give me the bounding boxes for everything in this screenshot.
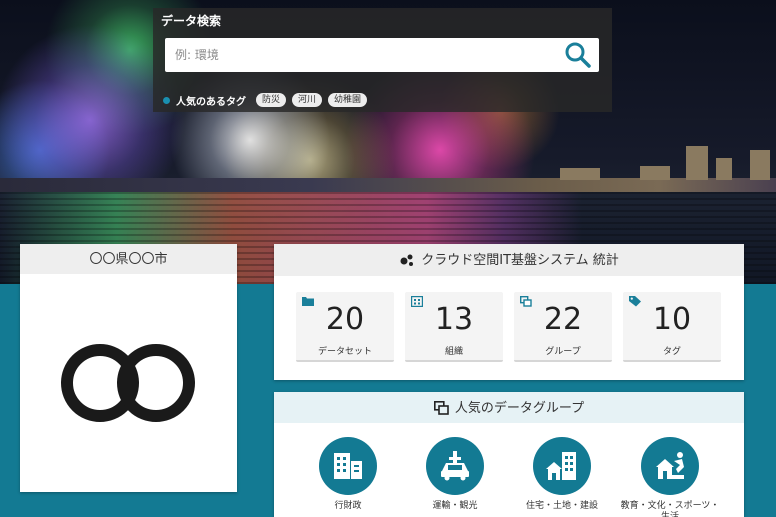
stat-organizations[interactable]: 13 組織 (405, 292, 503, 362)
popular-tags-label: 人気のあるタグ (176, 96, 246, 108)
search-panel: データ検索 人気のあるタグ 防災 河川 幼稚園 (153, 8, 612, 112)
stat-value: 13 (434, 302, 474, 337)
transport-icon (441, 451, 469, 481)
search-icon (565, 42, 591, 68)
tag-bullet-icon (163, 96, 170, 104)
group-circle (426, 437, 484, 495)
stats-card: クラウド空間IT基盤システム 統計 20 データセット 13 組織 22 グルー… (274, 244, 744, 380)
office-building-icon (334, 453, 362, 479)
skyline-building (686, 146, 708, 180)
stat-label: 組織 (444, 347, 463, 357)
group-item-administration[interactable]: 行財政 (298, 437, 398, 512)
stat-label: タグ (662, 347, 681, 357)
skyline-building (640, 166, 670, 180)
popular-groups-title: 人気のデータグループ (454, 401, 585, 416)
municipality-name: 〇〇県〇〇市 (20, 244, 237, 274)
popular-groups-header: 人気のデータグループ (274, 392, 744, 423)
search-button[interactable] (561, 40, 595, 70)
cloud-network-icon (400, 254, 414, 266)
tag-chip[interactable]: 河川 (292, 93, 323, 107)
stat-tags[interactable]: 10 タグ (623, 292, 721, 362)
popular-tags: 人気のあるタグ 防災 河川 幼稚園 (163, 92, 368, 108)
group-circle (533, 437, 591, 495)
search-title: データ検索 (161, 14, 222, 28)
popular-groups-card: 人気のデータグループ 行財政 運輸・観光 住宅・土地・建設 教育・文化・スポーツ… (274, 392, 744, 517)
municipality-card[interactable]: 〇〇県〇〇市 (20, 244, 237, 492)
education-icon (656, 452, 684, 479)
municipality-logo-icon (61, 344, 195, 422)
group-label: 運輸・観光 (432, 501, 478, 511)
group-item-education[interactable]: 教育・文化・スポーツ・生活 (620, 437, 720, 517)
group-label: 住宅・土地・建設 (525, 501, 598, 511)
group-item-transport[interactable]: 運輸・観光 (405, 437, 505, 512)
group-label: 行財政 (334, 501, 362, 511)
housing-icon (546, 452, 576, 480)
stat-datasets[interactable]: 20 データセット (296, 292, 394, 362)
tag-chip[interactable]: 防災 (256, 93, 287, 107)
stat-value: 20 (325, 302, 365, 337)
tag-chip[interactable]: 幼稚園 (328, 93, 368, 107)
stat-groups[interactable]: 22 グループ (514, 292, 612, 362)
stat-label: グループ (545, 347, 581, 357)
stats-title: クラウド空間IT基盤システム 統計 (421, 253, 619, 268)
stat-value: 22 (543, 302, 583, 337)
skyline-building (560, 168, 600, 180)
group-item-housing[interactable]: 住宅・土地・建設 (512, 437, 612, 512)
skyline-building (716, 158, 732, 180)
city-skyline (0, 178, 776, 192)
group-icon (433, 401, 449, 415)
group-circle (319, 437, 377, 495)
group-circle (641, 437, 699, 495)
stats-header: クラウド空間IT基盤システム 統計 (274, 244, 744, 276)
stat-label: データセット (317, 347, 372, 357)
skyline-building (750, 150, 770, 180)
search-input[interactable] (165, 38, 599, 72)
stat-value: 10 (652, 302, 692, 337)
group-label: 教育・文化・スポーツ・生活 (620, 501, 720, 517)
